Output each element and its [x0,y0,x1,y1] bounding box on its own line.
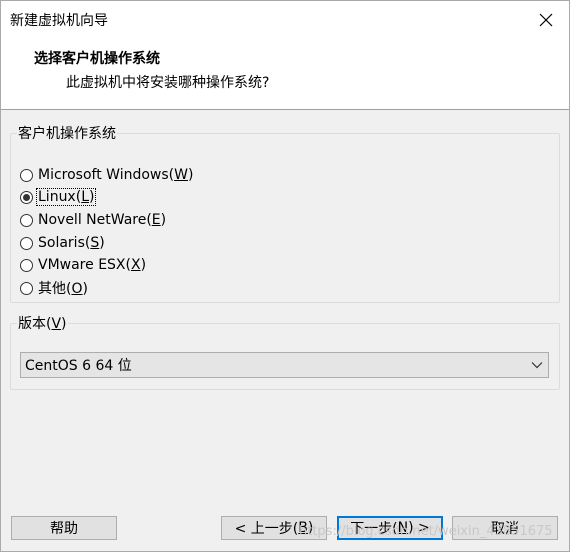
back-button[interactable]: < 上一步(B) [221,516,327,540]
version-select[interactable]: CentOS 6 64 位 [20,352,549,378]
version-legend: 版本(V) [18,316,67,332]
radio-button[interactable] [20,236,33,250]
cancel-button[interactable]: 取消 [452,516,558,540]
radio-linux[interactable]: Linux(L) [20,187,97,207]
guest-os-legend: 客户机操作系统 [18,126,116,142]
wizard-header: 选择客户机操作系统 此虚拟机中将安装哪种操作系统? [1,39,569,110]
guest-os-group: 客户机操作系统 Microsoft Windows(W) Linux(L) No… [10,123,560,303]
version-select-value: CentOS 6 64 位 [25,358,132,374]
radio-label: Novell NetWare(E) [38,212,167,228]
help-button[interactable]: 帮助 [11,516,117,540]
radio-label: VMware ESX(X) [38,257,147,273]
radio-windows[interactable]: Microsoft Windows(W) [20,165,194,185]
radio-selected-dot [23,193,30,201]
radio-solaris[interactable]: Solaris(S) [20,233,106,253]
page-title: 选择客户机操作系统 [34,51,160,67]
radio-netware[interactable]: Novell NetWare(E) [20,210,167,230]
window-title: 新建虚拟机向导 [10,13,108,29]
radio-label: Solaris(S) [38,235,105,251]
radio-other[interactable]: 其他(O) [20,278,89,298]
close-icon [539,13,553,27]
version-group: 版本(V) CentOS 6 64 位 [10,313,560,390]
page-subtitle: 此虚拟机中将安装哪种操作系统? [66,75,270,91]
wizard-window: 新建虚拟机向导 选择客户机操作系统 此虚拟机中将安装哪种操作系统? 客户机操作系… [0,0,570,552]
title-bar: 新建虚拟机向导 [1,1,569,39]
close-button[interactable] [523,1,569,39]
radio-label: 其他(O) [38,281,88,297]
radio-label: Linux(L) [35,188,97,206]
radio-button-selected[interactable] [20,190,33,204]
radio-vmware-esx[interactable]: VMware ESX(X) [20,255,147,275]
wizard-content: 客户机操作系统 Microsoft Windows(W) Linux(L) No… [1,110,569,499]
radio-label: Microsoft Windows(W) [38,167,194,183]
chevron-down-icon[interactable] [526,353,548,377]
next-button[interactable]: 下一步(N) > [337,516,443,540]
radio-button[interactable] [20,258,33,272]
radio-button[interactable] [20,168,33,182]
radio-button[interactable] [20,213,33,227]
radio-button[interactable] [20,281,33,295]
button-bar: 帮助 < 上一步(B) 下一步(N) > 取消 https://blog.csd… [1,499,569,551]
